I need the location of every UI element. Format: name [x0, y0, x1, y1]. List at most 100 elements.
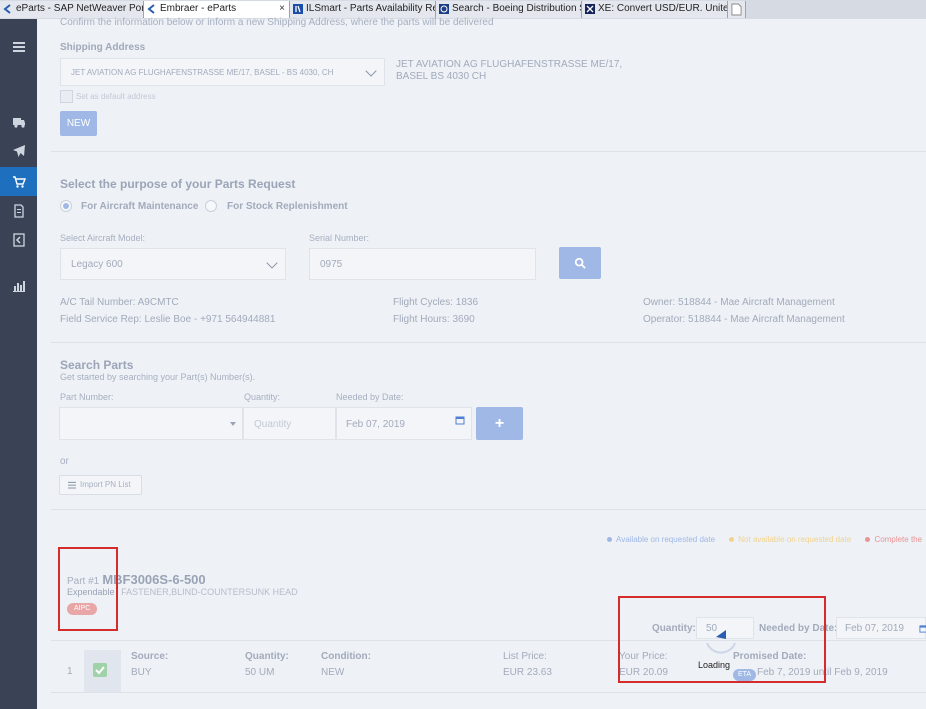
- legend-available: Available on requested date: [616, 535, 716, 544]
- calendar-icon[interactable]: [455, 415, 465, 425]
- shipping-select-value: JET AVIATION AG FLUGHAFENSTRASSE ME/17, …: [71, 68, 334, 77]
- search-icon: [574, 257, 586, 269]
- list-price-value: EUR 23.63: [503, 667, 552, 678]
- chevron-down-icon: [365, 65, 377, 77]
- tab-embraer-eparts[interactable]: Embraer - eParts ×: [144, 1, 290, 18]
- return-icon[interactable]: [0, 226, 37, 254]
- row-index: 1: [67, 666, 73, 677]
- address-line-1: JET AVIATION AG FLUGHAFENSTRASSE ME/17,: [396, 59, 623, 70]
- shipping-address-display: JET AVIATION AG FLUGHAFENSTRASSE ME/17, …: [396, 59, 622, 83]
- part-description: FASTENER,BLIND-COUNTERSUNK HEAD: [121, 587, 298, 597]
- shipping-heading: Shipping Address: [60, 42, 146, 53]
- complete-dot: [865, 537, 871, 543]
- default-address-checkbox[interactable]: [60, 90, 73, 103]
- divider: [51, 509, 926, 510]
- available-dot: [607, 537, 612, 543]
- tail-number: A/C Tail Number: A9CMTC: [60, 297, 179, 308]
- tab-label: XE: Convert USD/EUR. United S...: [598, 3, 727, 14]
- divider: [51, 692, 926, 693]
- row-select-cell[interactable]: [84, 650, 121, 692]
- aircraft-model-select[interactable]: Legacy 600: [60, 248, 286, 280]
- tab-xe-convert[interactable]: XE: Convert USD/EUR. United S...: [582, 1, 728, 18]
- chevron-down-icon: [266, 257, 278, 269]
- tab-label: Search - Boeing Distribution Se...: [452, 3, 581, 14]
- new-tab-button[interactable]: [728, 1, 746, 18]
- or-text: or: [60, 456, 69, 467]
- highlight-box-loading: [618, 596, 826, 683]
- row-quantity-label: Quantity:: [245, 651, 289, 662]
- calendar-icon[interactable]: [919, 624, 926, 633]
- aircraft-model-label: Select Aircraft Model:: [60, 233, 146, 243]
- tab-boeing-search[interactable]: Search - Boeing Distribution Se...: [436, 1, 582, 18]
- part-needed-date-value: Feb 07, 2019: [845, 623, 904, 634]
- radio-label-maintenance: For Aircraft Maintenance: [81, 201, 199, 212]
- radio-aircraft-maintenance[interactable]: [60, 200, 72, 212]
- new-address-button[interactable]: NEW: [60, 111, 97, 136]
- truck-icon[interactable]: [0, 108, 37, 136]
- shipping-address-select[interactable]: JET AVIATION AG FLUGHAFENSTRASSE ME/17, …: [60, 58, 385, 86]
- back-arrow-icon: [3, 4, 11, 14]
- serial-number-label: Serial Number:: [309, 233, 370, 243]
- address-line-2: BASEL BS 4030 CH: [396, 71, 487, 82]
- import-pn-list-label: Import PN List: [80, 480, 131, 489]
- legend-complete: Complete the: [874, 535, 923, 544]
- quantity-label: Quantity:: [244, 392, 281, 402]
- operator: Operator: 518844 - Mae Aircraft Manageme…: [643, 314, 845, 325]
- legend-not-available: Not available on requested date: [738, 535, 852, 544]
- highlight-box-part: [58, 547, 118, 631]
- xe-icon: [585, 4, 595, 14]
- list-icon: [68, 481, 76, 489]
- purpose-heading: Select the purpose of your Parts Request: [60, 177, 296, 191]
- source-value: BUY: [131, 667, 152, 678]
- caret-down-icon: [230, 422, 236, 426]
- not-available-dot: [729, 537, 735, 543]
- quantity-input[interactable]: Quantity: [243, 407, 336, 440]
- main-content: Confirm the information below or inform …: [37, 17, 926, 709]
- search-parts-heading: Search Parts: [60, 358, 134, 372]
- radio-stock-replenishment[interactable]: [205, 200, 217, 212]
- cart-icon[interactable]: [0, 167, 37, 196]
- tab-label: eParts - SAP NetWeaver Portal: [16, 3, 144, 14]
- tab-label: ILSmart - Parts Availability Res...: [306, 3, 435, 14]
- aircraft-model-value: Legacy 600: [71, 259, 123, 270]
- add-part-button[interactable]: +: [476, 407, 523, 440]
- flight-hours: Flight Hours: 3690: [393, 314, 475, 325]
- divider: [51, 151, 926, 152]
- tab-ilsmart[interactable]: ILSmart - Parts Availability Res...: [290, 1, 436, 18]
- tab-label: Embraer - eParts: [160, 3, 237, 14]
- flight-cycles: Flight Cycles: 1836: [393, 297, 479, 308]
- new-tab-icon: [731, 3, 742, 16]
- menu-icon[interactable]: [0, 33, 37, 61]
- sidebar: [0, 19, 37, 709]
- quantity-placeholder: Quantity: [254, 419, 292, 430]
- source-label: Source:: [131, 651, 169, 662]
- search-parts-subheading: Get started by searching your Part(s) Nu…: [60, 372, 256, 382]
- row-checkbox[interactable]: [93, 663, 107, 677]
- chart-icon[interactable]: [0, 272, 37, 300]
- default-address-label: Set as default address: [76, 92, 156, 101]
- needed-date-value: Feb 07, 2019: [346, 419, 405, 430]
- list-price-label: List Price:: [503, 651, 547, 662]
- check-icon: [95, 666, 105, 675]
- condition-value: NEW: [321, 667, 345, 678]
- field-service-rep: Field Service Rep: Leslie Boe - +971 564…: [60, 314, 276, 325]
- availability-legend: Available on requested date Not availabl…: [607, 535, 922, 544]
- part-needed-date-input[interactable]: Feb 07, 2019: [836, 617, 926, 639]
- serial-number-input[interactable]: 0975: [309, 248, 536, 280]
- row-quantity-value: 50 UM: [245, 667, 275, 678]
- part-number-label: Part Number:: [60, 392, 114, 402]
- ilsmart-icon: [293, 4, 303, 14]
- import-pn-list-button[interactable]: Import PN List: [59, 475, 142, 495]
- boeing-icon: [439, 4, 449, 14]
- embraer-icon: [147, 4, 155, 14]
- tab-eparts-portal[interactable]: eParts - SAP NetWeaver Portal: [0, 1, 144, 18]
- radio-label-stock: For Stock Replenishment: [227, 201, 348, 212]
- airplane-icon[interactable]: [0, 137, 37, 165]
- needed-date-input[interactable]: Feb 07, 2019: [336, 407, 472, 440]
- condition-label: Condition:: [321, 651, 371, 662]
- document-icon[interactable]: [0, 197, 37, 225]
- close-tab-icon[interactable]: ×: [279, 3, 285, 14]
- divider: [51, 342, 926, 343]
- search-aircraft-button[interactable]: [559, 247, 601, 279]
- part-number-input[interactable]: [59, 407, 243, 440]
